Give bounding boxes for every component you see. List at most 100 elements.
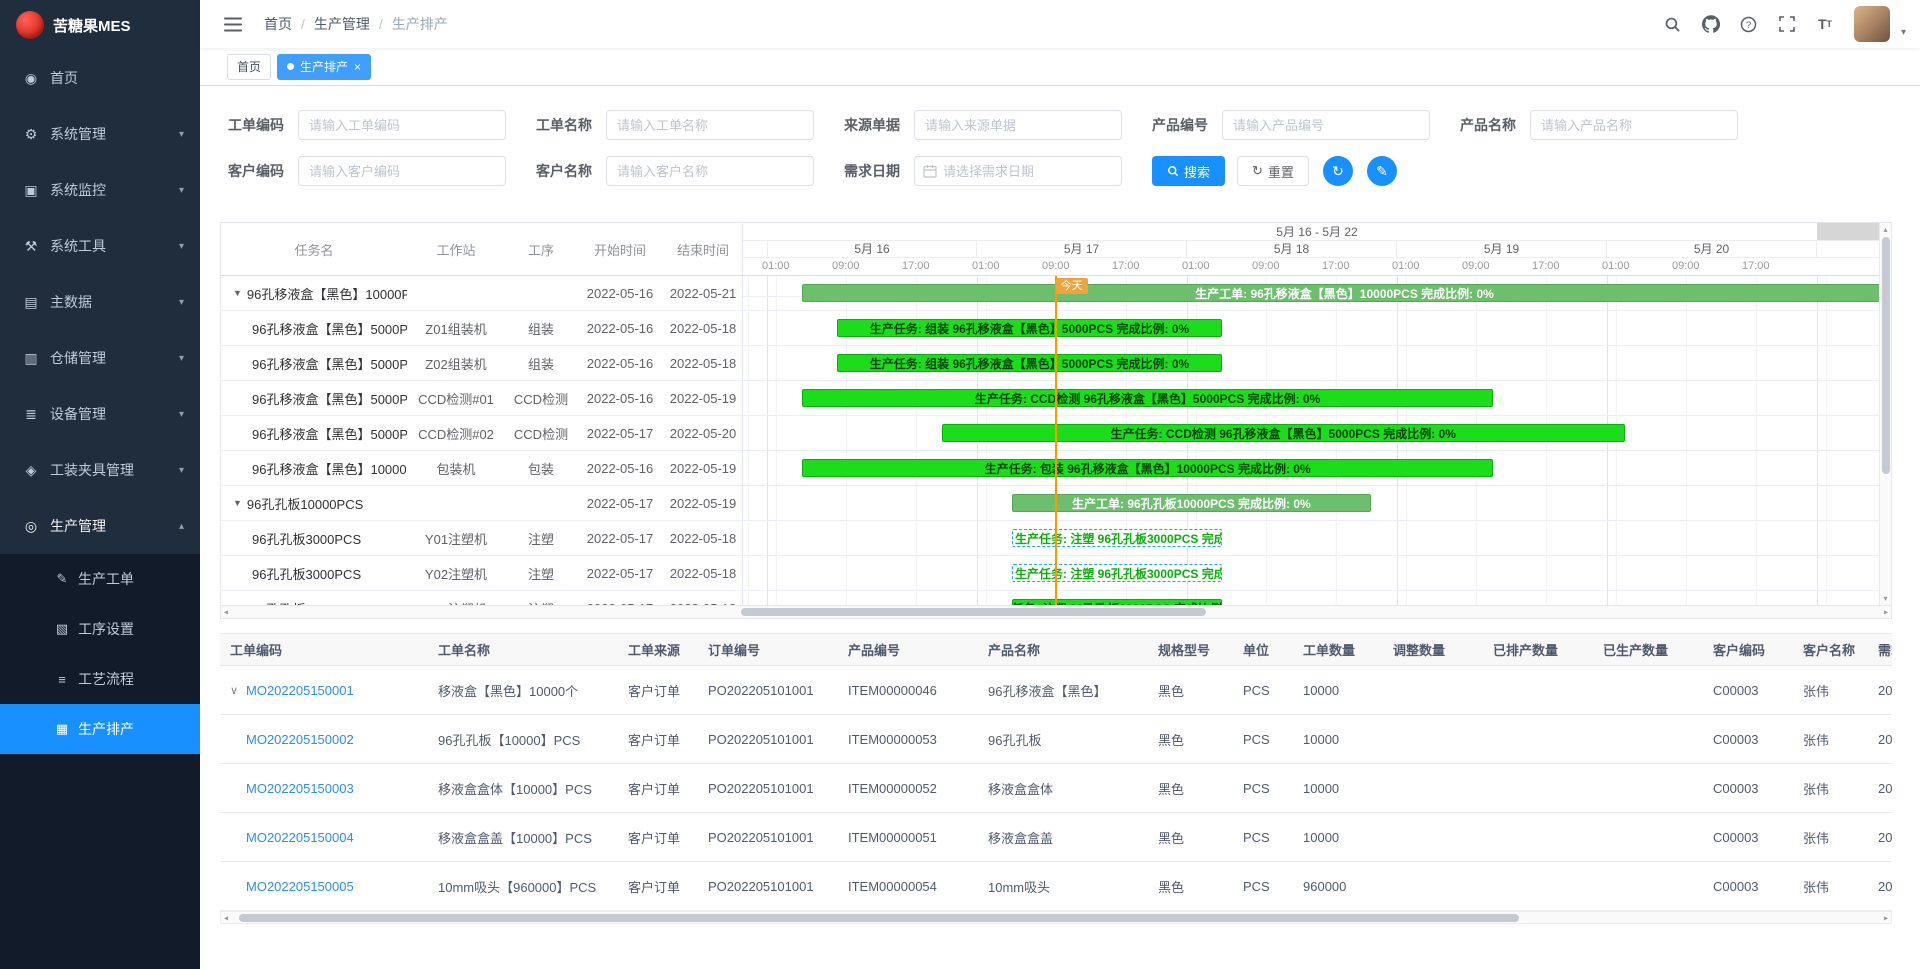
gantt-task-row[interactable]: 96孔移液盒【黑色】5000PCS CCD检测#02 CCD检测 2022-05…: [221, 416, 742, 451]
gantt-bar[interactable]: 生产任务: CCD检测 96孔移液盒【黑色】5000PCS 完成比例: 0%: [802, 389, 1493, 407]
customer-name-input[interactable]: [606, 156, 814, 186]
demand-date-input[interactable]: [943, 164, 1113, 179]
gantt-task-row[interactable]: 96孔移液盒【黑色】5000PCS CCD检测#01 CCD检测 2022-05…: [221, 381, 742, 416]
scroll-right-icon[interactable]: ▸: [1884, 608, 1888, 617]
scroll-left-icon[interactable]: ◂: [224, 913, 228, 922]
order-code-link[interactable]: MO202205150001: [246, 683, 354, 698]
gantt-task-row[interactable]: 96孔移液盒【黑色】5000PCS Z01组装机 组装 2022-05-16 2…: [221, 311, 742, 346]
sidebar-item-home[interactable]: ◉ 首页: [0, 50, 200, 106]
order-row[interactable]: MO202205150005 10mm吸头【960000】PCS 客户订单 PO…: [220, 862, 1892, 911]
gantt-task-row[interactable]: 96孔移液盒【黑色】10000PCS 包装机 包装 2022-05-16 202…: [221, 451, 742, 486]
order-row[interactable]: MO202205150002 96孔孔板【10000】PCS 客户订单 PO20…: [220, 715, 1892, 764]
product-name-input[interactable]: [1530, 110, 1738, 140]
sidebar-item-equipment[interactable]: ≣ 设备管理 ▾: [0, 386, 200, 442]
gantt-horizontal-scrollbar[interactable]: ◂ ▸: [221, 605, 1891, 618]
gantt-task-row[interactable]: 96孔孔板3000PCS Y02注塑机 注塑 2022-05-17 2022-0…: [221, 556, 742, 591]
sidebar-item-master-data[interactable]: ▤ 主数据 ▾: [0, 274, 200, 330]
edit-circle-button[interactable]: ✎: [1367, 156, 1397, 186]
gantt-bar[interactable]: 生产任务: 注塑 96孔孔板3000PCS 完成比例: 0%: [1012, 529, 1222, 547]
scroll-down-icon[interactable]: ▾: [1883, 594, 1887, 603]
task-name-cell: 96孔孔板3000PCS: [221, 564, 407, 583]
sidebar-subitem-process-settings[interactable]: ▧ 工序设置: [0, 604, 200, 654]
avatar-caret-icon[interactable]: ▾: [1901, 27, 1906, 42]
gantt-bar[interactable]: 生产工单: 96孔移液盒【黑色】10000PCS 完成比例: 0%: [802, 284, 1887, 302]
gantt-task-row[interactable]: ▼96孔孔板10000PCS 2022-05-17 2022-05-19: [221, 486, 742, 521]
task-name: 96孔移液盒【黑色】10000PCS: [252, 459, 407, 478]
task-name: 96孔孔板3000PCS: [252, 529, 407, 548]
order-code-link[interactable]: MO202205150003: [246, 781, 354, 796]
sidebar-item-system-tools[interactable]: ⚒ 系统工具 ▾: [0, 218, 200, 274]
scroll-up-icon[interactable]: ▴: [1883, 225, 1887, 234]
sidebar-item-fixture[interactable]: ◈ 工装夹具管理 ▾: [0, 442, 200, 498]
scrollbar-thumb[interactable]: [1882, 237, 1890, 474]
demand-date-picker[interactable]: [914, 156, 1122, 186]
sidebar-item-system-management[interactable]: ⚙ 系统管理 ▾: [0, 106, 200, 162]
gantt-vertical-scrollbar[interactable]: ▴ ▾: [1879, 223, 1891, 605]
task-name-cell: 96孔移液盒【黑色】5000PCS: [221, 319, 407, 338]
scroll-left-icon[interactable]: ◂: [224, 608, 228, 617]
search-button[interactable]: 搜索: [1152, 156, 1225, 186]
breadcrumb-item-production[interactable]: 生产管理: [314, 14, 370, 34]
orders-header-cell: 工单数量: [1293, 640, 1383, 659]
gantt-bar[interactable]: 生产工单: 96孔孔板10000PCS 完成比例: 0%: [1012, 494, 1371, 512]
order-code-link[interactable]: MO202205150002: [246, 732, 354, 747]
gantt-bar[interactable]: 生产任务: CCD检测 96孔移液盒【黑色】5000PCS 完成比例: 0%: [942, 424, 1625, 442]
filter-field: 工单名称: [536, 110, 814, 140]
app-logo[interactable]: 苦糖果MES: [0, 0, 200, 50]
collapse-caret-icon[interactable]: ▼: [233, 498, 242, 508]
gantt-bar[interactable]: 生产任务: 注塑 96孔孔板3000PCS 完成比例: 0%: [1012, 564, 1222, 582]
sidebar-item-label: 仓储管理: [50, 348, 106, 368]
expand-chevron-icon[interactable]: ∨: [230, 684, 246, 697]
order-cell: 96孔孔板: [978, 730, 1148, 749]
collapse-caret-icon[interactable]: ▼: [233, 288, 242, 298]
search-icon[interactable]: [1658, 9, 1688, 39]
order-cell: 客户订单: [618, 730, 698, 749]
refresh-circle-button[interactable]: ↻: [1323, 156, 1353, 186]
order-code-link[interactable]: MO202205150005: [246, 879, 354, 894]
scrollbar-thumb[interactable]: [741, 608, 1206, 616]
sidebar-item-system-monitor[interactable]: ▣ 系统监控 ▾: [0, 162, 200, 218]
gantt-bar[interactable]: 生产任务: 组装 96孔移液盒【黑色】5000PCS 完成比例: 0%: [837, 354, 1222, 372]
fullscreen-icon[interactable]: [1772, 9, 1802, 39]
chevron-down-icon: ▾: [179, 353, 184, 364]
tab-production-scheduling[interactable]: 生产排产 ×: [277, 54, 371, 80]
order-row[interactable]: MO202205150004 移液盒盒盖【10000】PCS 客户订单 PO20…: [220, 813, 1892, 862]
order-row[interactable]: ∨MO202205150001 移液盒【黑色】10000个 客户订单 PO202…: [220, 666, 1892, 715]
orders-horizontal-scrollbar[interactable]: ◂ ▸: [220, 911, 1892, 924]
help-icon[interactable]: ?: [1734, 9, 1764, 39]
tab-close-icon[interactable]: ×: [354, 60, 361, 74]
gantt-task-row[interactable]: 96孔移液盒【黑色】5000PCS Z02组装机 组装 2022-05-16 2…: [221, 346, 742, 381]
gantt-column-header: 结束时间: [663, 240, 743, 259]
sidebar-subitem-process-flow[interactable]: ≡ 工艺流程: [0, 654, 200, 704]
filter-row-2-fields: 客户编码 客户名称: [228, 156, 844, 186]
github-icon[interactable]: [1696, 9, 1726, 39]
work-order-code-input[interactable]: [298, 110, 506, 140]
gantt-bar[interactable]: 生产任务: 包装 96孔移液盒【黑色】10000PCS 完成比例: 0%: [802, 459, 1493, 477]
source-doc-input[interactable]: [914, 110, 1122, 140]
customer-code-input[interactable]: [298, 156, 506, 186]
scroll-right-icon[interactable]: ▸: [1884, 913, 1888, 922]
gantt-task-row[interactable]: ▼96孔移液盒【黑色】10000PCS 2022-05-16 2022-05-2…: [221, 276, 742, 311]
gantt-bar[interactable]: 生产任务: 组装 96孔移液盒【黑色】5000PCS 完成比例: 0%: [837, 319, 1222, 337]
breadcrumb-item-home[interactable]: 首页: [264, 14, 292, 34]
sidebar-item-production[interactable]: ◎ 生产管理 ▴: [0, 498, 200, 554]
reset-button[interactable]: ↻ 重置: [1237, 156, 1309, 186]
scrollbar-thumb[interactable]: [239, 914, 1519, 922]
gantt-task-row[interactable]: 96孔孔板3000PCS Y01注塑机 注塑 2022-05-17 2022-0…: [221, 521, 742, 556]
reset-button-label: 重置: [1268, 162, 1294, 181]
orders-header-cell: 需求日期: [1868, 640, 1892, 659]
home-icon: ◉: [22, 70, 40, 87]
sidebar-subitem-work-order[interactable]: ✎ 生产工单: [0, 554, 200, 604]
sidebar-item-warehouse[interactable]: ▥ 仓储管理 ▾: [0, 330, 200, 386]
order-row[interactable]: MO202205150003 移液盒盒体【10000】PCS 客户订单 PO20…: [220, 764, 1892, 813]
work-order-name-input[interactable]: [606, 110, 814, 140]
order-code-link[interactable]: MO202205150004: [246, 830, 354, 845]
font-size-icon[interactable]: TT: [1810, 9, 1840, 39]
user-avatar[interactable]: [1854, 6, 1890, 42]
hamburger-menu-icon[interactable]: [220, 11, 246, 37]
tab-home[interactable]: 首页: [227, 54, 271, 80]
order-cell: 黑色: [1148, 730, 1233, 749]
gantt-task-row[interactable]: 96孔孔板3000PCS Y03注塑机 注塑 2022-05-17 2022-0…: [221, 591, 742, 605]
product-code-input[interactable]: [1222, 110, 1430, 140]
sidebar-subitem-scheduling[interactable]: ▦ 生产排产: [0, 704, 200, 754]
